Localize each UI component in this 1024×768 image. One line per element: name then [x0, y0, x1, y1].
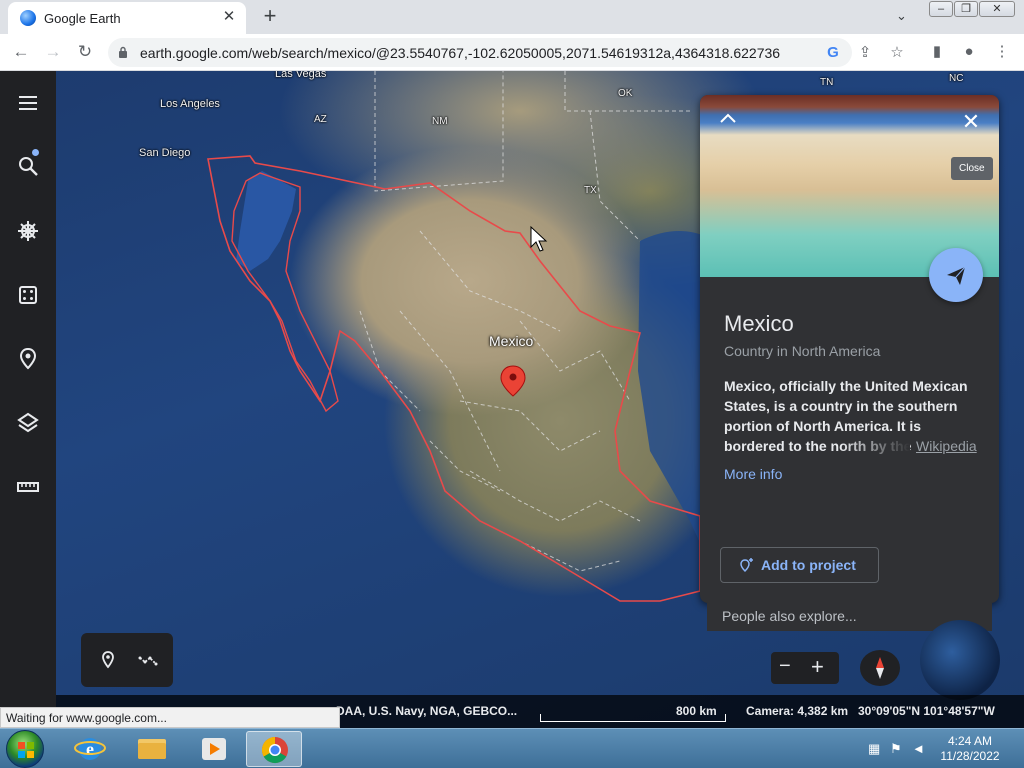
map-label-mexico: Mexico — [489, 333, 534, 349]
close-tooltip: Close — [951, 157, 993, 180]
tab-strip: Google Earth ✕ + ⌄ – ❐ ✕ — [0, 0, 1024, 34]
back-button[interactable]: ← — [8, 40, 34, 64]
restore-window-button[interactable]: ❐ — [954, 1, 978, 17]
profile-avatar-icon[interactable]: ● — [957, 40, 981, 64]
zoom-in-button[interactable]: + — [811, 654, 824, 680]
folder-icon — [138, 739, 166, 759]
bookmark-star-icon[interactable]: ☆ — [886, 42, 908, 64]
collapse-chevron-up-icon[interactable] — [718, 111, 738, 125]
cursor-coordinates: 30°09'05"N 101°48'57"W — [858, 704, 995, 718]
share-icon[interactable]: ⇪ — [854, 42, 876, 64]
minimize-window-button[interactable]: – — [929, 1, 953, 17]
map-label-ok: OK — [618, 88, 633, 99]
network-icon[interactable]: ▦ — [868, 741, 880, 757]
taskbar-chrome[interactable] — [246, 731, 302, 767]
share-fly-button[interactable] — [929, 248, 983, 302]
mini-globe-view[interactable] — [920, 620, 1000, 700]
wikipedia-link[interactable]: Wikipedia — [914, 438, 977, 454]
map-label-az: AZ — [314, 114, 327, 125]
pin-tools-panel — [81, 633, 173, 687]
map-label-san-diego: San Diego — [139, 147, 191, 159]
scale-label: 800 km — [676, 704, 717, 718]
more-info-link[interactable]: More info — [724, 466, 782, 482]
lock-icon — [119, 46, 127, 58]
add-to-project-button[interactable]: Add to project — [720, 547, 879, 583]
map-label-las-vegas: Las Vegas — [275, 71, 327, 80]
chrome-menu-icon[interactable]: ⋮ — [990, 40, 1014, 64]
url-text: earth.google.com/web/search/mexico/@23.5… — [140, 45, 780, 61]
start-button[interactable] — [6, 730, 44, 768]
taskbar-internet-explorer[interactable]: e — [62, 731, 118, 767]
new-tab-button[interactable]: + — [258, 4, 282, 28]
draw-path-icon[interactable] — [137, 649, 159, 671]
windows-logo-icon — [18, 742, 34, 758]
map-label-tn: TN — [820, 77, 834, 88]
google-lens-icon[interactable]: G — [822, 42, 844, 64]
map-style-layers-icon[interactable] — [12, 407, 44, 439]
side-panel-icon[interactable]: ▮ — [925, 40, 949, 64]
loading-status-text: Waiting for www.google.com... — [6, 711, 167, 725]
search-icon[interactable] — [12, 150, 44, 182]
compass-icon — [876, 657, 884, 679]
forward-button[interactable]: → — [40, 40, 66, 64]
map-label-los-angeles: Los Angeles — [160, 98, 220, 110]
people-also-explore-label: People also explore... — [722, 608, 857, 624]
knowledge-card: ✕ Close Mexico Country in North America … — [700, 95, 999, 603]
zoom-out-button[interactable]: − — [779, 655, 791, 678]
card-title: Mexico — [724, 311, 794, 336]
media-player-icon — [202, 738, 226, 760]
compass-button[interactable] — [860, 650, 900, 686]
windows-taskbar: e ▦ ⚑ ◄ 4:24 AM 11/28/2022 — [0, 728, 1024, 768]
browser-status-bubble: Waiting for www.google.com... — [0, 707, 340, 728]
action-center-flag-icon[interactable]: ⚑ — [890, 741, 902, 757]
reload-button[interactable]: ↻ — [72, 40, 98, 64]
browser-toolbar: ← → ↻ earth.google.com/web/search/mexico… — [0, 34, 1024, 71]
projects-pin-icon[interactable] — [12, 343, 44, 375]
clock-time: 4:24 AM — [947, 734, 993, 748]
chrome-icon — [261, 736, 288, 764]
map-label-tx: TX — [584, 185, 597, 196]
map-label-nc: NC — [949, 73, 964, 84]
taskbar-file-explorer[interactable] — [124, 731, 180, 767]
google-earth-favicon-icon — [20, 10, 36, 26]
volume-icon[interactable]: ◄ — [912, 741, 925, 756]
description-fade — [840, 436, 910, 458]
clock-date: 11/28/2022 — [940, 749, 1000, 763]
add-placemark-icon[interactable] — [97, 649, 119, 671]
left-navigation-rail — [0, 71, 56, 728]
internet-explorer-icon: e — [74, 738, 106, 760]
close-window-button[interactable]: ✕ — [979, 1, 1015, 17]
tab-search-chevron-icon[interactable]: ⌄ — [896, 8, 907, 24]
map-label-nm: NM — [432, 116, 448, 127]
taskbar-clock[interactable]: 4:24 AM 11/28/2022 — [930, 734, 1010, 764]
data-attribution[interactable]: DAA, U.S. Navy, NGA, GEBCO... — [336, 704, 517, 718]
close-card-icon[interactable]: ✕ — [960, 111, 982, 133]
feeling-lucky-dice-icon[interactable] — [12, 279, 44, 311]
add-pin-icon — [740, 558, 753, 573]
main-menu-icon[interactable] — [12, 87, 44, 119]
camera-altitude: Camera: 4,382 km — [746, 704, 849, 718]
zoom-controls: − + — [771, 652, 839, 684]
location-pin-icon[interactable] — [500, 365, 526, 397]
tab-close-icon[interactable]: ✕ — [220, 8, 238, 26]
taskbar-media-player[interactable] — [186, 731, 242, 767]
search-notification-dot — [32, 149, 39, 156]
tab-title: Google Earth — [44, 11, 121, 26]
voyager-ship-wheel-icon[interactable] — [12, 215, 44, 247]
tab-google-earth[interactable]: Google Earth ✕ — [8, 2, 246, 34]
add-to-project-label: Add to project — [761, 557, 856, 573]
measure-ruler-icon[interactable] — [12, 471, 44, 503]
address-bar[interactable]: earth.google.com/web/search/mexico/@23.5… — [108, 38, 904, 67]
card-subtitle: Country in North America — [724, 343, 881, 359]
send-paper-plane-icon — [947, 266, 966, 285]
